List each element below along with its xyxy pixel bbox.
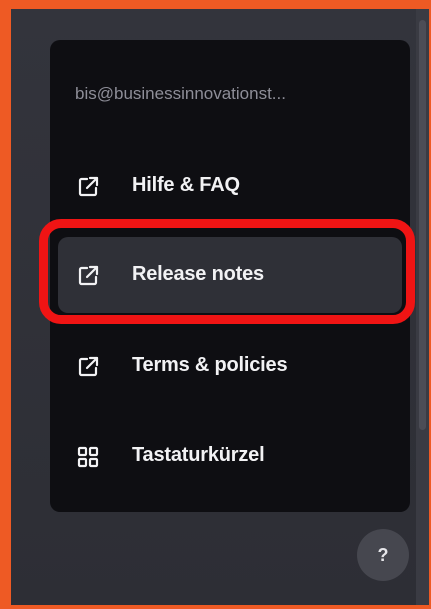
menu-item-label: Release notes [132, 263, 264, 285]
menu-item-help-faq[interactable]: Hilfe & FAQ [58, 148, 402, 224]
external-link-icon [76, 175, 100, 199]
menu-item-keyboard-shortcuts[interactable]: Tastaturkürzel [58, 418, 402, 494]
account-email: bis@businessinnovationst... [75, 84, 286, 103]
menu-item-release-notes[interactable]: Release notes [58, 237, 402, 313]
menu-item-label: Hilfe & FAQ [132, 174, 240, 196]
menu-item-label: Tastaturkürzel [132, 444, 265, 466]
keyboard-grid-icon [76, 445, 100, 469]
account-menu: bis@businessinnovationst... Hilfe & FAQ … [50, 40, 410, 512]
external-link-icon [76, 264, 100, 288]
external-link-icon [76, 355, 100, 379]
menu-item-terms-policies[interactable]: Terms & policies [58, 328, 402, 404]
menu-item-label: Terms & policies [132, 354, 288, 376]
help-button[interactable]: ? [357, 529, 409, 581]
scrollbar-thumb[interactable] [419, 20, 426, 430]
